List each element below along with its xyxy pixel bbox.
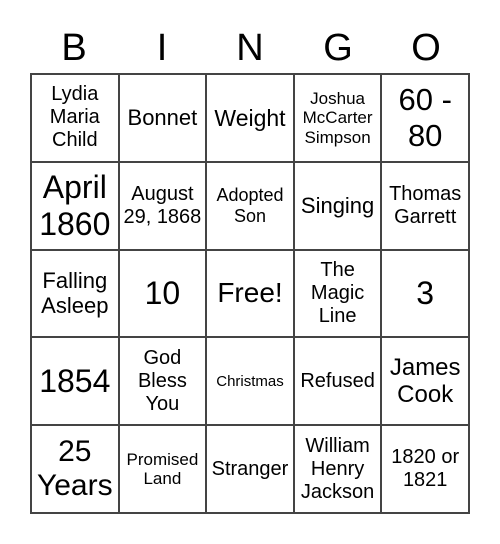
bingo-cell: 1854 (31, 337, 119, 426)
header-letter-o: O (411, 27, 441, 69)
bingo-cell: 1820 or 1821 (381, 425, 469, 513)
bingo-cell: Promised Land (118, 425, 207, 513)
bingo-cell: James Cook (381, 337, 469, 426)
header-letter-n: N (236, 27, 264, 69)
bingo-cell: William Henry Jackson (293, 425, 382, 513)
header-letter-g: G (323, 27, 353, 69)
header-letter-b: B (61, 27, 87, 69)
bingo-cell: August 29, 1868 (118, 161, 207, 250)
bingo-cell: 3 (381, 249, 469, 338)
bingo-cell: Falling Asleep (31, 249, 119, 338)
bingo-cell: Refused (293, 337, 382, 426)
bingo-cell: April 1860 (31, 161, 119, 250)
bingo-cell: Lydia Maria Child (31, 74, 119, 162)
bingo-cell: Joshua McCarter Simpson (293, 74, 382, 162)
bingo-cell: Singing (293, 161, 382, 250)
free-cell: Free! (206, 249, 294, 338)
bingo-cell: Adopted Son (206, 161, 294, 250)
bingo-cell: The Magic Line (293, 249, 382, 338)
bingo-cell: 25 Years (31, 425, 119, 513)
bingo-cell: Stranger (206, 425, 294, 513)
bingo-cell: 60 - 80 (381, 74, 469, 162)
bingo-cell: God Bless You (118, 337, 207, 426)
header-letter-i: I (156, 27, 168, 69)
bingo-cell: 10 (118, 249, 207, 338)
bingo-header: B I N G O (30, 24, 470, 72)
bingo-cell: Thomas Garrett (381, 161, 469, 250)
bingo-cell: Christmas (206, 337, 294, 426)
bingo-cell: Bonnet (118, 74, 207, 162)
bingo-grid: Lydia Maria Child Bonnet Weight Joshua M… (30, 73, 470, 514)
bingo-cell: Weight (206, 74, 294, 162)
